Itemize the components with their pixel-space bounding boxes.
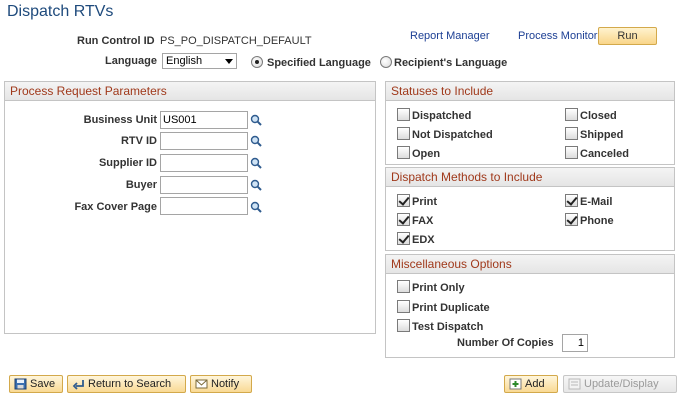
page-title: Dispatch RTVs <box>7 3 114 20</box>
rtv-id-input[interactable] <box>160 132 248 150</box>
email-method-checkbox[interactable] <box>565 194 578 207</box>
dispatched-checkbox[interactable] <box>397 108 410 121</box>
closed-label: Closed <box>580 110 617 122</box>
not-dispatched-checkbox[interactable] <box>397 127 410 140</box>
print-only-label: Print Only <box>412 282 465 294</box>
fax-method-label: FAX <box>412 215 434 227</box>
return-to-search-button[interactable]: Return to Search <box>67 375 186 393</box>
magnifier-icon[interactable] <box>250 179 262 191</box>
recipients-language-label: Recipient's Language <box>394 57 508 69</box>
process-request-parameters-title: Process Request Parameters <box>5 82 375 101</box>
language-select-value: English <box>166 55 203 67</box>
return-to-search-label: Return to Search <box>88 378 172 390</box>
number-of-copies-label: Number Of Copies <box>457 337 554 349</box>
update-display-button[interactable]: Update/Display <box>563 375 677 393</box>
chevron-down-icon <box>225 59 233 64</box>
notify-icon <box>195 379 208 389</box>
save-icon <box>14 378 27 390</box>
edx-method-checkbox[interactable] <box>397 232 410 245</box>
magnifier-icon[interactable] <box>250 135 262 147</box>
email-method-label: E-Mail <box>580 196 613 208</box>
shipped-label: Shipped <box>580 129 624 141</box>
dispatched-label: Dispatched <box>412 110 472 122</box>
recipients-language-radio[interactable] <box>380 56 392 68</box>
run-button[interactable]: Run <box>598 27 657 45</box>
report-manager-link[interactable]: Report Manager <box>410 30 490 42</box>
buyer-label: Buyer <box>125 179 157 191</box>
print-only-checkbox[interactable] <box>397 280 410 293</box>
update-display-icon <box>568 378 581 390</box>
save-button[interactable]: Save <box>9 375 63 393</box>
notify-button[interactable]: Notify <box>190 375 252 393</box>
phone-method-label: Phone <box>580 215 614 227</box>
specified-language-radio[interactable] <box>251 56 263 68</box>
open-label: Open <box>412 148 441 160</box>
supplier-id-label: Supplier ID <box>98 157 157 169</box>
canceled-label: Canceled <box>580 148 629 160</box>
magnifier-icon[interactable] <box>250 201 262 213</box>
print-method-label: Print <box>412 196 438 208</box>
run-control-label: Run Control ID <box>77 35 155 47</box>
notify-label: Notify <box>211 378 240 390</box>
open-checkbox[interactable] <box>397 146 410 159</box>
test-dispatch-label: Test Dispatch <box>412 321 484 333</box>
canceled-checkbox[interactable] <box>565 146 578 159</box>
business-unit-label: Business Unit <box>83 114 157 126</box>
process-monitor-link[interactable]: Process Monitor <box>518 30 597 42</box>
run-control-value: PS_PO_DISPATCH_DEFAULT <box>160 35 312 47</box>
test-dispatch-checkbox[interactable] <box>397 319 410 332</box>
language-select[interactable]: English <box>162 53 237 69</box>
return-search-icon <box>72 380 84 390</box>
not-dispatched-label: Not Dispatched <box>412 129 493 141</box>
add-button[interactable]: Add <box>504 375 558 393</box>
print-method-checkbox[interactable] <box>397 194 410 207</box>
magnifier-icon[interactable] <box>250 114 262 126</box>
add-label: Add <box>525 378 545 390</box>
print-duplicate-label: Print Duplicate <box>412 302 490 314</box>
supplier-id-input[interactable] <box>160 154 248 172</box>
add-icon <box>509 378 522 390</box>
statuses-title: Statuses to Include <box>386 82 674 101</box>
fax-method-checkbox[interactable] <box>397 213 410 226</box>
edx-method-label: EDX <box>412 234 435 246</box>
shipped-checkbox[interactable] <box>565 127 578 140</box>
language-label: Language <box>105 55 157 67</box>
phone-method-checkbox[interactable] <box>565 213 578 226</box>
specified-language-label: Specified Language <box>267 57 371 69</box>
closed-checkbox[interactable] <box>565 108 578 121</box>
fax-cover-page-input[interactable] <box>160 197 248 215</box>
print-duplicate-checkbox[interactable] <box>397 300 410 313</box>
fax-cover-page-label: Fax Cover Page <box>74 201 157 213</box>
buyer-input[interactable] <box>160 176 248 194</box>
update-display-label: Update/Display <box>584 378 659 390</box>
magnifier-icon[interactable] <box>250 157 262 169</box>
miscellaneous-options-title: Miscellaneous Options <box>386 255 674 274</box>
save-label: Save <box>30 378 56 390</box>
number-of-copies-input[interactable]: 1 <box>562 334 588 352</box>
rtv-id-label: RTV ID <box>120 135 157 147</box>
business-unit-input[interactable]: US001 <box>160 111 248 129</box>
dispatch-methods-title: Dispatch Methods to Include <box>386 168 674 187</box>
